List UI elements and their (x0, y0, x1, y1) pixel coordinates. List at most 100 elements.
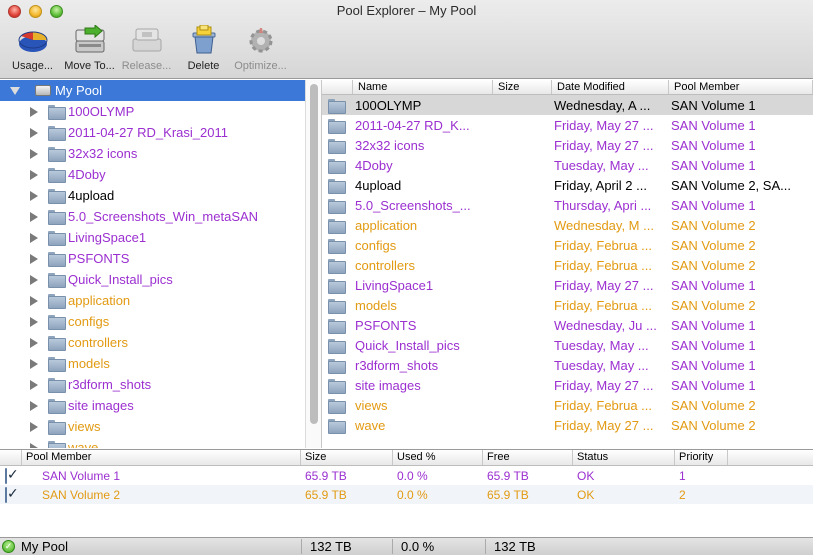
folder-icon (327, 318, 346, 334)
file-name: r3dform_shots (355, 357, 439, 373)
status-ok-icon: ✓ (2, 540, 15, 553)
disclosure-closed-icon[interactable] (30, 232, 38, 243)
delete-button[interactable]: Delete (175, 24, 232, 76)
release-button[interactable]: Release... (118, 24, 175, 76)
tree-item[interactable]: models (0, 353, 305, 374)
tree-item[interactable]: controllers (0, 332, 305, 353)
tree-item[interactable]: r3dform_shots (0, 374, 305, 395)
size-header[interactable]: Size (301, 450, 393, 465)
file-name: Quick_Install_pics (355, 337, 460, 353)
size-column-header[interactable]: Size (493, 80, 552, 94)
disclosure-closed-icon[interactable] (30, 337, 38, 348)
file-pool-member: SAN Volume 1 (671, 157, 756, 173)
tree-item[interactable]: views (0, 416, 305, 437)
folder-icon (48, 147, 66, 162)
pool-member-column-header[interactable]: Pool Member (669, 80, 813, 94)
pool-member-row[interactable]: SAN Volume 2 65.9 TB 0.0 % 65.9 TB OK 2 (0, 485, 813, 504)
pool-member-header[interactable]: Pool Member (22, 450, 301, 465)
priority-header[interactable]: Priority (675, 450, 728, 465)
file-icon-cell (322, 238, 353, 254)
disclosure-closed-icon[interactable] (30, 106, 38, 117)
file-row[interactable]: Quick_Install_pics Tuesday, May ... SAN Vo… (322, 335, 813, 355)
status-header[interactable]: Status (573, 450, 675, 465)
tree-item[interactable]: 4Doby (0, 164, 305, 185)
file-row[interactable]: application Wednesday, M ... SAN Volume 2 (322, 215, 813, 235)
name-column-header[interactable]: Name (353, 80, 493, 94)
disclosure-closed-icon[interactable] (30, 148, 38, 159)
file-row[interactable]: controllers Friday, Februa ... SAN Volume … (322, 255, 813, 275)
file-date: Friday, May 27 ... (554, 417, 654, 433)
tree-item[interactable]: Quick_Install_pics (0, 269, 305, 290)
tree-item[interactable]: LivingSpace1 (0, 227, 305, 248)
folder-icon (48, 336, 66, 351)
tree-item[interactable]: 32x32 icons (0, 143, 305, 164)
tree-item[interactable]: configs (0, 311, 305, 332)
pool-member-row[interactable]: SAN Volume 1 65.9 TB 0.0 % 65.9 TB OK 1 (0, 466, 813, 485)
tree-root-my-pool[interactable]: My Pool (0, 80, 305, 101)
tree-item[interactable]: application (0, 290, 305, 311)
tree-item[interactable]: 2011-04-27 RD_Krasi_2011 (0, 122, 305, 143)
used-header[interactable]: Used % (393, 450, 483, 465)
file-row[interactable]: site images Friday, May 27 ... SAN Volume … (322, 375, 813, 395)
member-checkbox[interactable] (5, 486, 7, 503)
disclosure-closed-icon[interactable] (30, 295, 38, 306)
folder-icon (327, 218, 346, 234)
file-icon-cell (322, 318, 353, 334)
tree-item[interactable]: 100OLYMP (0, 101, 305, 122)
tree-items: 100OLYMP 2011-04-27 RD_Krasi_2011 32x32 ic… (0, 101, 305, 448)
member-checkbox[interactable] (5, 467, 7, 484)
disclosure-closed-icon[interactable] (30, 211, 38, 222)
disclosure-closed-icon[interactable] (30, 274, 38, 285)
file-row[interactable]: wave Friday, May 27 ... SAN Volume 2 (322, 415, 813, 435)
file-pool-member: SAN Volume 2 (671, 237, 756, 253)
free-header[interactable]: Free (483, 450, 573, 465)
tree-item[interactable]: 4upload (0, 185, 305, 206)
disclosure-closed-icon[interactable] (30, 190, 38, 201)
file-row[interactable]: 5.0_Screenshots_... Thursday, Apri ... SAN… (322, 195, 813, 215)
date-column-header[interactable]: Date Modified (552, 80, 669, 94)
file-name: wave (355, 417, 386, 433)
tree-item[interactable]: site images (0, 395, 305, 416)
disclosure-closed-icon[interactable] (30, 169, 38, 180)
file-name: 5.0_Screenshots_... (355, 197, 471, 213)
tree-item[interactable]: PSFONTS (0, 248, 305, 269)
file-row[interactable]: views Friday, Februa ... SAN Volume 2 (322, 395, 813, 415)
file-pool-member: SAN Volume 1 (671, 197, 756, 213)
file-name: 4upload (355, 177, 402, 193)
member-status: OK (577, 487, 595, 502)
file-row[interactable]: 4Doby Tuesday, May ... SAN Volume 1 (322, 155, 813, 175)
file-row[interactable]: LivingSpace1 Friday, May 27 ... SAN Volume… (322, 275, 813, 295)
file-row[interactable]: 32x32 icons Friday, May 27 ... SAN Volume … (322, 135, 813, 155)
tree-scrollbar-thumb[interactable] (310, 84, 318, 424)
status-pool-name: My Pool (21, 539, 68, 554)
file-row[interactable]: models Friday, Februa ... SAN Volume 2 (322, 295, 813, 315)
file-row[interactable]: 4upload Friday, April 2 ... SAN Volume 2, … (322, 175, 813, 195)
optimize-button[interactable]: Optimize... (232, 24, 289, 76)
file-row[interactable]: PSFONTS Wednesday, Ju ... SAN Volume 1 (322, 315, 813, 335)
disclosure-closed-icon[interactable] (30, 421, 38, 432)
file-row[interactable]: 2011-04-27 RD_K... Friday, May 27 ... SAN … (322, 115, 813, 135)
disclosure-closed-icon[interactable] (30, 442, 38, 448)
disclosure-closed-icon[interactable] (30, 316, 38, 327)
file-row[interactable]: 100OLYMP Wednesday, A ... SAN Volume 1 (322, 95, 813, 115)
file-icon-cell (322, 378, 353, 394)
move-to-button[interactable]: Move To... (61, 24, 118, 76)
disclosure-closed-icon[interactable] (30, 358, 38, 369)
file-name: controllers (355, 257, 415, 273)
file-pool-member: SAN Volume 1 (671, 317, 756, 333)
tree-item-label: wave (68, 440, 99, 448)
tree-item[interactable]: wave (0, 437, 305, 448)
file-row[interactable]: r3dform_shots Tuesday, May ... SAN Volume … (322, 355, 813, 375)
folder-icon (48, 189, 66, 204)
file-row[interactable]: configs Friday, Februa ... SAN Volume 2 (322, 235, 813, 255)
usage-button[interactable]: Usage... (4, 24, 61, 76)
file-date: Friday, Februa ... (554, 237, 653, 253)
disclosure-closed-icon[interactable] (30, 127, 38, 138)
disclosure-closed-icon[interactable] (30, 379, 38, 390)
disclosure-closed-icon[interactable] (30, 400, 38, 411)
disclosure-closed-icon[interactable] (30, 253, 38, 264)
tree-item[interactable]: 5.0_Screenshots_Win_metaSAN (0, 206, 305, 227)
tree-scrollbar[interactable] (305, 80, 322, 448)
disclosure-open-icon[interactable] (10, 86, 20, 95)
file-pool-member: SAN Volume 1 (671, 357, 756, 373)
